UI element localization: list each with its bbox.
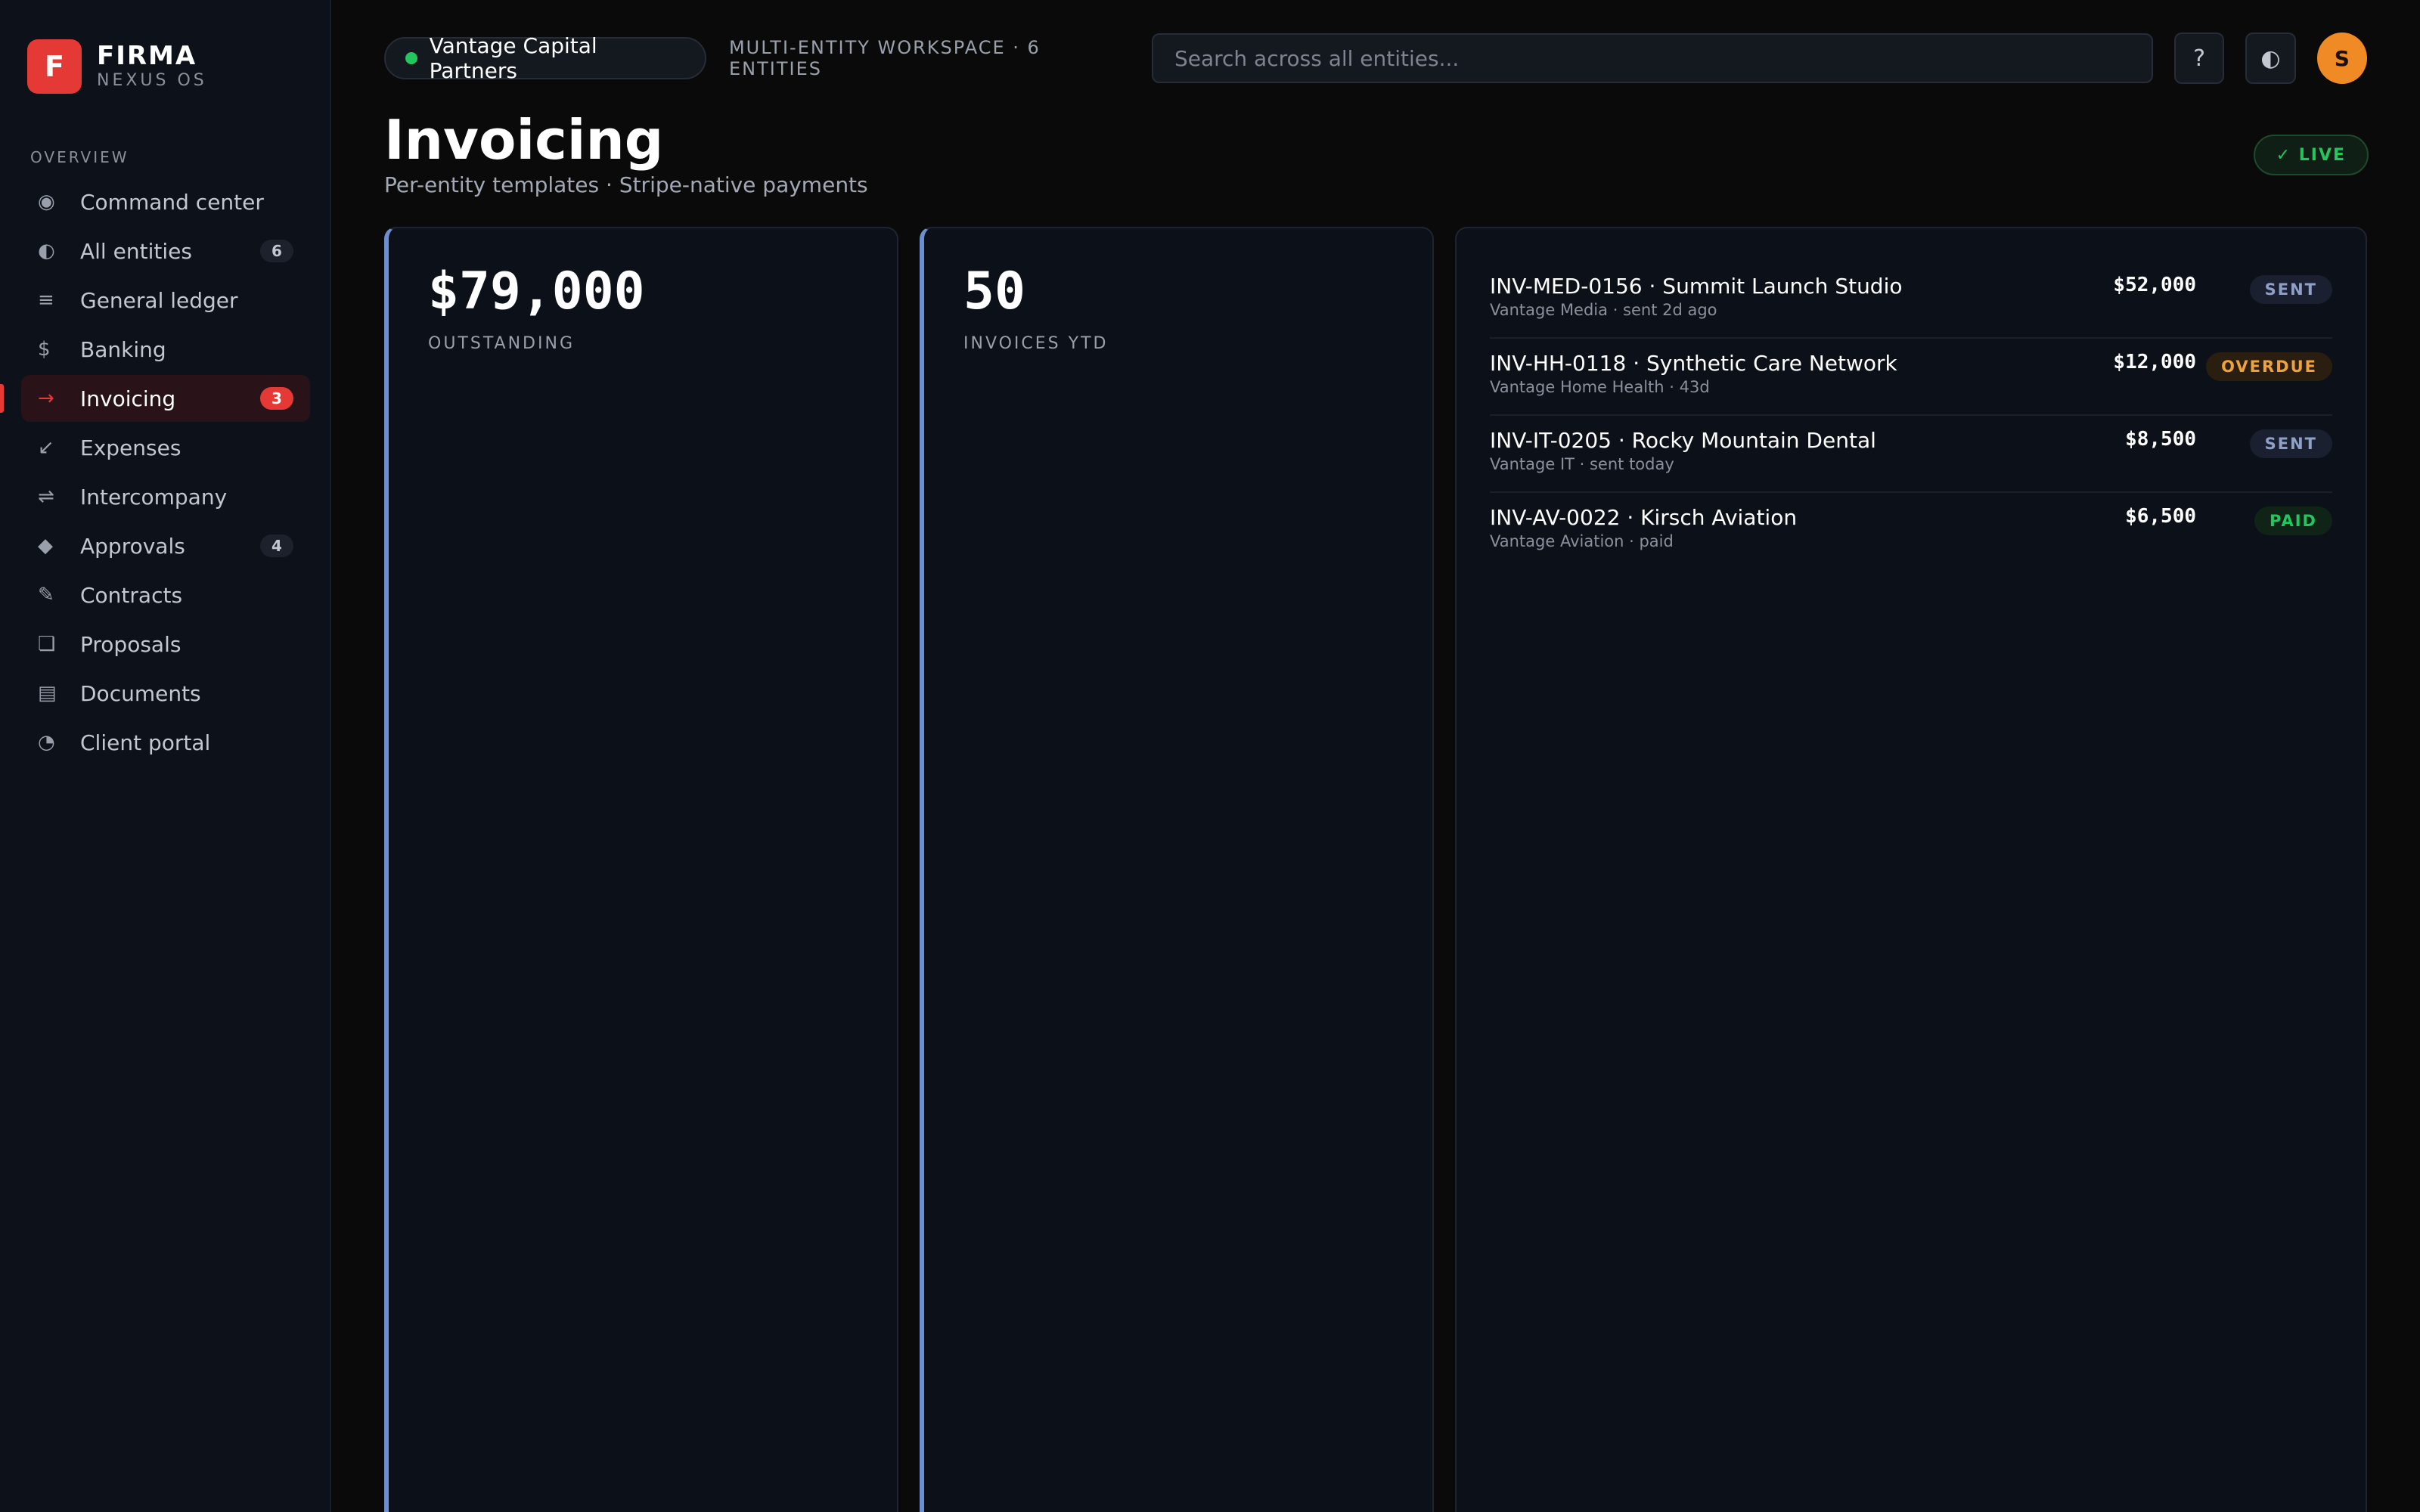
portal-icon: ◔ [38,731,55,754]
sidebar-item-invoicing[interactable]: → Invoicing 3 [0,375,310,422]
recent-invoices-card: INV-MED-0156 · Summit Launch Studio Vanta… [1455,227,2367,1512]
invoice-amount: $12,000 [2113,351,2196,373]
sidebar-item-proposals[interactable]: ❏ Proposals [21,621,310,668]
sidebar-item-label: Documents [80,680,201,706]
invoice-title: INV-MED-0156 · Summit Launch Studio [1490,274,1903,299]
brand-logo: F [27,39,82,94]
brand-subtitle: NEXUS OS [97,71,207,90]
search-input[interactable] [1174,45,2130,71]
sidebar-item-contracts[interactable]: ✎ Contracts [21,572,310,618]
app-shell: F FIRMA NEXUS OS OVERVIEW ◉ Command cente… [0,0,2420,1512]
stat-value: 50 [963,262,1025,321]
search-box[interactable] [1151,33,2153,83]
invoice-amount: $52,000 [2113,274,2196,296]
invoice-meta: Vantage Home Health · 43d [1490,378,1710,396]
page-subtitle: Per-entity templates · Stripe-native pay… [384,172,868,197]
invoice-title: INV-IT-0205 · Rocky Mountain Dental [1490,428,1876,453]
sidebar-item-label: Intercompany [80,484,228,510]
invoice-row[interactable]: INV-MED-0156 · Summit Launch Studio Vanta… [1490,262,2332,339]
swap-icon: ⇌ [38,485,54,508]
brand-name: FIRMA [97,41,197,71]
stat-label: INVOICES YTD [963,334,1109,353]
invoice-row[interactable]: INV-HH-0118 · Synthetic Care Network Vant… [1490,339,2332,416]
avatar[interactable]: S [2316,33,2367,84]
count-badge: 4 [260,534,293,557]
invoice-title: INV-AV-0022 · Kirsch Aviation [1490,505,1798,530]
theme-toggle-button[interactable]: ◐ [2245,33,2296,84]
sidebar-item-client-portal[interactable]: ◔ Client portal [21,719,310,766]
invoice-amount: $8,500 [2125,428,2196,451]
sidebar-item-banking[interactable]: $ Banking [21,326,310,373]
sidebar-item-label: All entities [80,238,192,264]
invoice-list: INV-MED-0156 · Summit Launch Studio Vanta… [1490,262,2332,570]
sidebar-item-label: Banking [80,336,166,362]
sidebar-item-label: Client portal [80,730,211,755]
entity-switcher[interactable]: Vantage Capital Partners [384,33,706,83]
status-badge: OVERDUE [2206,352,2332,381]
nav-section-label: OVERVIEW [30,148,129,166]
sidebar-item-all-entities[interactable]: ◐ All entities 6 [21,228,310,274]
sidebar-item-label: Proposals [80,631,182,657]
count-badge: 6 [260,240,293,262]
main-content: Vantage Capital Partners MULTI-ENTITY WO… [331,0,2420,1512]
diamond-icon: ◆ [38,534,53,557]
target-icon: ◉ [38,191,55,213]
stat-value: $79,000 [428,262,645,321]
pencil-icon: ✎ [38,584,54,606]
arrow-down-left-icon: ↙ [38,436,54,459]
invoice-meta: Vantage Media · sent 2d ago [1490,301,1717,319]
topbar: Vantage Capital Partners MULTI-ENTITY WO… [384,33,2367,84]
sidebar-item-label: Contracts [80,582,183,608]
brand[interactable]: F FIRMA NEXUS OS [27,39,207,94]
sidebar-item-command-center[interactable]: ◉ Command center [21,178,310,225]
invoice-row[interactable]: INV-IT-0205 · Rocky Mountain Dental Vanta… [1490,416,2332,493]
ledger-icon: ≡ [38,289,54,311]
arrow-right-icon: → [38,387,54,410]
sidebar-nav: ◉ Command center ◐ All entities 6 ≡ General le… [0,178,310,768]
count-badge: 3 [260,387,293,410]
status-badge: SENT [2249,429,2332,458]
sidebar-item-label: Approvals [80,533,185,559]
sidebar-item-intercompany[interactable]: ⇌ Intercompany [21,473,310,520]
stat-label: OUTSTANDING [428,334,575,353]
sidebar-item-label: Invoicing [80,386,176,411]
sidebar-item-label: Command center [80,189,264,215]
invoice-amount: $6,500 [2125,505,2196,528]
brand-text: FIRMA NEXUS OS [97,42,207,91]
workspace-label: MULTI-ENTITY WORKSPACE · 6 ENTITIES [728,37,1041,79]
sidebar-item-documents[interactable]: ▤ Documents [21,670,310,717]
square-icon: ❏ [38,633,56,655]
help-button[interactable]: ? [2173,33,2225,84]
page-title: Invoicing [384,108,664,172]
status-dot-icon [405,52,417,64]
entity-name: Vantage Capital Partners [429,33,597,83]
invoice-row[interactable]: INV-AV-0022 · Kirsch Aviation Vantage Avi… [1490,493,2332,570]
invoice-meta: Vantage IT · sent today [1490,455,1674,473]
sidebar-item-general-ledger[interactable]: ≡ General ledger [21,277,310,324]
dollar-icon: $ [38,338,51,361]
invoice-title: INV-HH-0118 · Synthetic Care Network [1490,351,1897,376]
help-icon: ? [2193,45,2206,72]
status-badge: SENT [2249,275,2332,304]
document-icon: ▤ [38,682,57,705]
invoices-ytd-stat-card: 50 INVOICES YTD [920,227,1434,1512]
live-status-badge: ✓ LIVE [2253,135,2369,175]
invoice-meta: Vantage Aviation · paid [1490,532,1674,550]
status-badge: PAID [2254,507,2332,535]
half-circle-icon: ◐ [38,240,55,262]
sidebar-item-label: Expenses [80,435,182,460]
sidebar-item-label: General ledger [80,287,238,313]
sidebar-item-approvals[interactable]: ◆ Approvals 4 [21,522,310,569]
outstanding-stat-card: $79,000 OUTSTANDING [384,227,898,1512]
theme-icon: ◐ [2260,45,2281,72]
sidebar: F FIRMA NEXUS OS OVERVIEW ◉ Command cente… [0,0,331,1512]
sidebar-item-expenses[interactable]: ↙ Expenses [21,424,310,471]
